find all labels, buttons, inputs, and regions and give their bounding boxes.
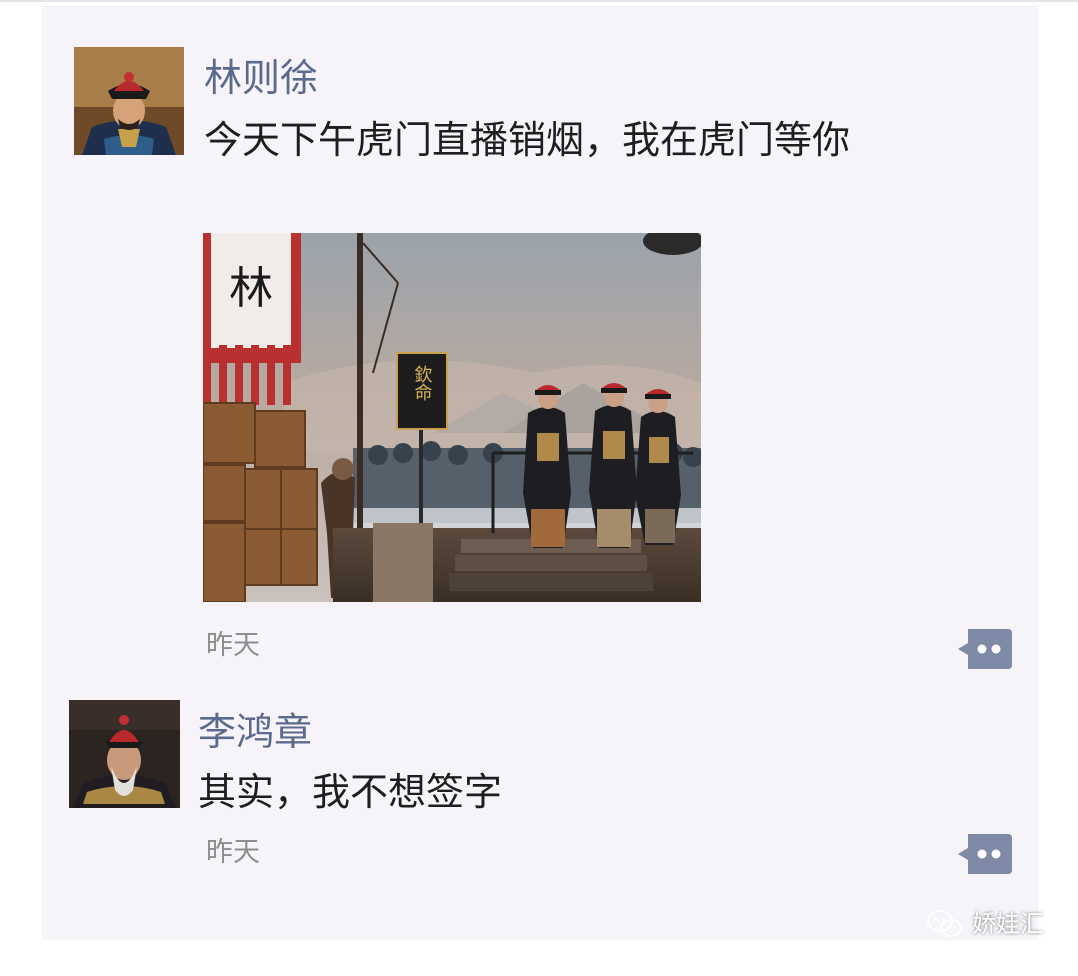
comment-button[interactable] xyxy=(956,834,1012,874)
comment-dots-icon xyxy=(958,834,1012,874)
watermark: 娇娃汇 xyxy=(926,909,1044,939)
watermark-text: 娇娃汇 xyxy=(972,910,1044,938)
avatar-li-hongzhang[interactable] xyxy=(69,700,180,808)
comment-dots-icon xyxy=(958,629,1012,669)
author-name[interactable]: 林则徐 xyxy=(204,56,318,100)
avatar-lin-zexu[interactable] xyxy=(74,47,184,155)
post-time: 昨天 xyxy=(206,630,260,661)
banner-character: 林 xyxy=(229,263,273,314)
post-text: 今天下午虎门直播销烟，我在虎门等你 xyxy=(204,118,851,162)
post-time: 昨天 xyxy=(206,837,260,868)
post-image[interactable]: 林 欽命 xyxy=(203,233,701,602)
wechat-icon xyxy=(927,910,962,937)
author-name[interactable]: 李鸿章 xyxy=(198,710,312,754)
sign-text: 欽命 xyxy=(412,365,433,401)
post-text: 其实，我不想签字 xyxy=(198,770,503,814)
top-divider xyxy=(0,0,1078,2)
comment-button[interactable] xyxy=(956,629,1012,669)
